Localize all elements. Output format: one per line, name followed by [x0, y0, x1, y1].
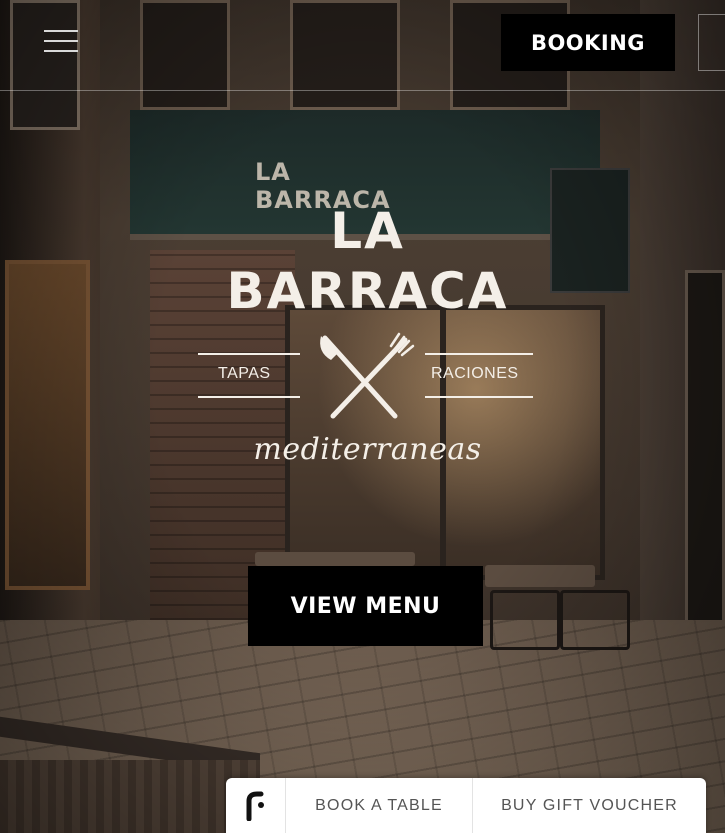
- logo-tag-tapas: TAPAS: [218, 365, 271, 382]
- buy-gift-voucher-tab[interactable]: BUY GIFT VOUCHER: [473, 778, 706, 833]
- booking-widget: BOOK A TABLE BUY GIFT VOUCHER: [226, 778, 706, 833]
- book-a-table-tab[interactable]: BOOK A TABLE: [286, 778, 473, 833]
- header-edge-panel: [698, 14, 725, 71]
- logo-rule-left-bottom: [198, 396, 300, 398]
- logo-rule-right-bottom: [425, 396, 533, 398]
- logo-script-mediterraneas: mediterraneas: [253, 432, 482, 467]
- logo-rule-left-top: [198, 353, 300, 355]
- knife-fork-cross-icon: [320, 332, 415, 419]
- logo-line-1: LA: [330, 202, 405, 260]
- hamburger-menu-icon[interactable]: [44, 28, 78, 54]
- header-divider: [0, 90, 725, 91]
- view-menu-button[interactable]: VIEW MENU: [248, 566, 483, 646]
- logo-tag-raciones: RACIONES: [431, 365, 519, 382]
- booking-button[interactable]: BOOKING: [501, 14, 675, 71]
- logo-line-2: BARRACA: [226, 262, 509, 320]
- reservation-brand-logo-icon[interactable]: [226, 778, 286, 833]
- la-barraca-logo: LA BARRACA TAPAS RACIONES mediterraneas: [195, 200, 540, 475]
- logo-rule-right-top: [425, 353, 533, 355]
